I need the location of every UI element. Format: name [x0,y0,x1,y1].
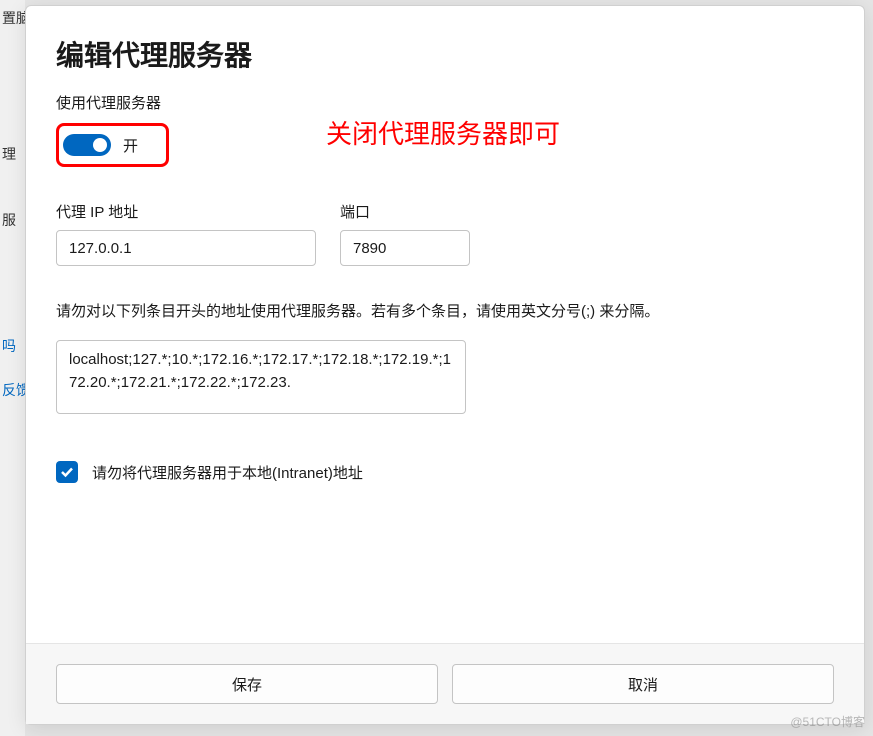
intranet-checkbox-label: 请勿将代理服务器用于本地(Intranet)地址 [92,462,363,483]
port-label: 端口 [340,201,470,222]
toggle-knob [93,138,107,152]
dialog-footer: 保存 取消 [26,643,864,724]
ip-input[interactable] [56,230,316,266]
proxy-toggle[interactable] [63,134,111,156]
dialog-content: 编辑代理服务器 使用代理服务器 开 关闭代理服务器即可 代理 IP 地址 端口 … [26,6,864,643]
bg-item: 服 [0,202,25,238]
bg-item: 置脑 [0,0,25,36]
edit-proxy-dialog: 编辑代理服务器 使用代理服务器 开 关闭代理服务器即可 代理 IP 地址 端口 … [25,5,865,725]
watermark: @51CTO博客 [790,713,865,730]
exclusion-textarea[interactable] [56,340,466,414]
toggle-state-label: 开 [123,135,138,156]
intranet-checkbox-row: 请勿将代理服务器用于本地(Intranet)地址 [56,461,834,483]
bg-item: 理 [0,136,25,172]
address-port-row: 代理 IP 地址 端口 [56,201,834,266]
ip-field: 代理 IP 地址 [56,201,316,266]
bg-item: 反馈 [0,372,25,408]
port-input[interactable] [340,230,470,266]
intranet-checkbox[interactable] [56,461,78,483]
annotation-text: 关闭代理服务器即可 [326,114,560,151]
toggle-section-label: 使用代理服务器 [56,92,834,113]
port-field: 端口 [340,201,470,266]
dialog-title: 编辑代理服务器 [56,34,834,74]
save-button[interactable]: 保存 [56,664,438,704]
background-sidebar: 置脑 理 服 吗 反馈 [0,0,25,736]
ip-label: 代理 IP 地址 [56,201,316,222]
toggle-highlight-box: 开 [56,123,169,167]
cancel-button[interactable]: 取消 [452,664,834,704]
bg-item: 吗 [0,328,25,364]
exclusion-description: 请勿对以下列条目开头的地址使用代理服务器。若有多个条目，请使用英文分号(;) 来… [56,300,816,324]
check-icon [60,465,74,479]
